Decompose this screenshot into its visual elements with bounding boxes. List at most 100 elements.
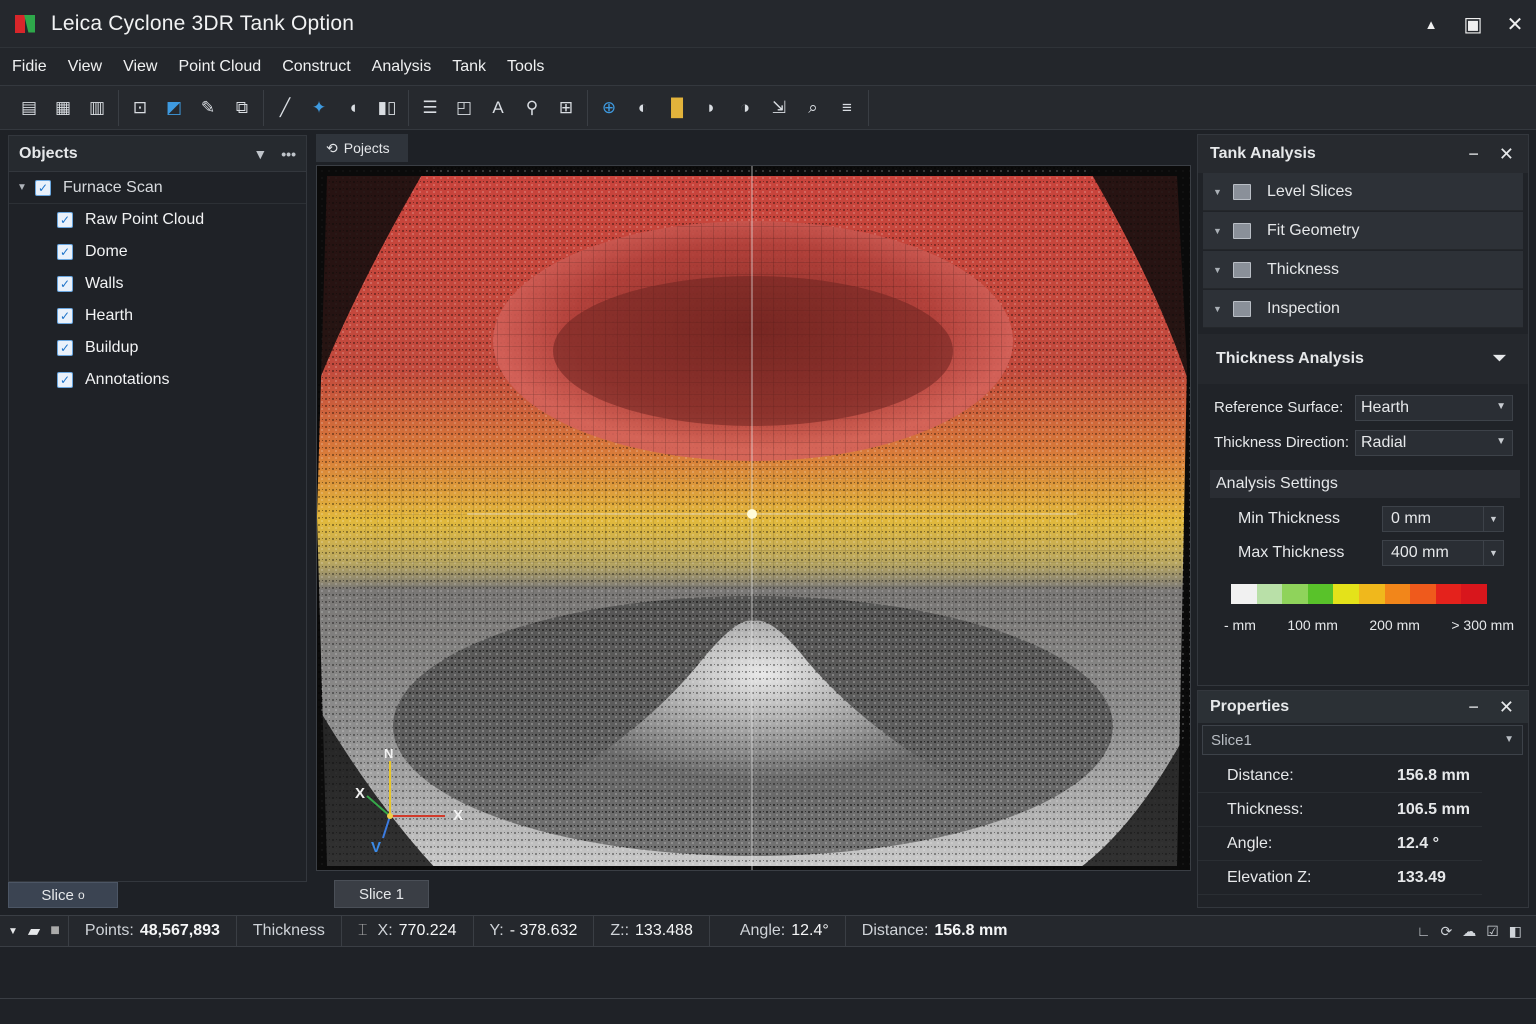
max-thickness-input[interactable]: 400 mm	[1382, 540, 1484, 566]
menu-view[interactable]: View	[56, 58, 111, 76]
toolbar-group-construct: ╱ ✦ ◖ ▮▯	[264, 89, 409, 126]
text-tool-icon[interactable]: A	[481, 92, 515, 124]
min-thickness-spinner-icon[interactable]: ▼	[1484, 506, 1504, 532]
cloud-icon[interactable]: ☁	[1462, 923, 1476, 940]
new-document-icon[interactable]: ▤	[12, 92, 46, 124]
expand-arrow-icon[interactable]: ▼	[1213, 226, 1233, 236]
slice-tab-left[interactable]: Slice o	[8, 882, 118, 908]
status-dropdown-icon[interactable]: ▼	[8, 926, 18, 937]
tree-item-raw-point-cloud[interactable]: ✓ Raw Point Cloud	[9, 204, 306, 236]
checkbox-icon[interactable]: ✓	[57, 212, 73, 228]
close-panel-icon[interactable]: ✕	[1499, 697, 1514, 718]
reference-surface-label: Reference Surface:	[1214, 399, 1344, 416]
main-toolbar: ▤ ▦ ▥ ⊡ ◩ ✎ ⧉ ╱ ✦ ◖ ▮▯ ☰ ◰ A ⚲ ⊞ ⊕ ◐ ▐▌ …	[0, 86, 1536, 130]
tool-fit-geometry[interactable]: ▼ Fit Geometry	[1203, 212, 1523, 250]
point-tool-icon[interactable]: ✦	[302, 92, 336, 124]
property-value: 12.4 °	[1397, 834, 1439, 852]
property-value: 156.8 mm	[1397, 766, 1470, 784]
list-icon[interactable]: ≡	[830, 92, 864, 124]
layout-icon[interactable]: ◧	[1509, 923, 1522, 940]
grid-tool-icon[interactable]: ⊞	[549, 92, 583, 124]
filter-icon[interactable]: ⏷	[1493, 350, 1506, 368]
columns-tool-icon[interactable]: ▮▯	[370, 92, 404, 124]
export-icon[interactable]: ⇲	[762, 92, 796, 124]
menu-construct[interactable]: Construct	[270, 58, 359, 76]
tree-item-hearth[interactable]: ✓ Hearth	[9, 300, 306, 332]
speaker-tool-icon[interactable]: ◖	[336, 92, 370, 124]
section-icon[interactable]: ◗	[694, 92, 728, 124]
point-cloud-viewport[interactable]: N X X V	[316, 165, 1191, 871]
transform-icon[interactable]: ◰	[447, 92, 481, 124]
menu-view-2[interactable]: View	[111, 58, 166, 76]
point-cloud-canvas[interactable]: N X X V	[317, 166, 1190, 870]
checkbox-icon[interactable]: ✓	[57, 372, 73, 388]
close-button[interactable]: ✕	[1494, 0, 1536, 48]
status-square-icon[interactable]: ■	[50, 922, 60, 940]
projects-tab[interactable]: ⟲ Pojects	[316, 134, 408, 162]
color-scale-swatch	[1231, 584, 1257, 604]
crosshair-center[interactable]	[747, 509, 757, 519]
checkbox-icon[interactable]: ✓	[35, 179, 51, 196]
clip-icon[interactable]: ◑	[728, 92, 762, 124]
menu-tools[interactable]: Tools	[495, 58, 553, 76]
color-bars-icon[interactable]: ▐▌	[660, 92, 694, 124]
dropdown-icon[interactable]: ▼	[253, 146, 267, 162]
edit-pencil-icon[interactable]: ✎	[191, 92, 225, 124]
checkbox-icon[interactable]: ✓	[57, 340, 73, 356]
max-thickness-spinner-icon[interactable]: ▼	[1484, 540, 1504, 566]
color-scale-swatch	[1461, 584, 1487, 604]
expand-arrow-icon[interactable]: ▼	[1213, 187, 1233, 197]
maximize-button[interactable]: ▣	[1452, 0, 1494, 48]
menu-tank[interactable]: Tank	[440, 58, 495, 76]
menu-file[interactable]: Fidie	[0, 58, 56, 76]
minimize-panel-icon[interactable]: −	[1468, 697, 1479, 718]
line-tool-icon[interactable]: ╱	[268, 92, 302, 124]
thickness-analysis-header: Thickness Analysis ⏷	[1198, 334, 1528, 384]
tool-inspection[interactable]: ▼ Inspection	[1203, 290, 1523, 328]
tree-item-dome[interactable]: ✓ Dome	[9, 236, 306, 268]
checkbox-icon[interactable]: ✓	[57, 276, 73, 292]
checkbox-icon[interactable]: ✓	[57, 244, 73, 260]
expand-arrow-icon[interactable]: ▼	[17, 182, 35, 193]
orbit-icon[interactable]: ⟳	[1440, 923, 1452, 940]
import-icon[interactable]: ⊡	[123, 92, 157, 124]
pin-tool-icon[interactable]: ⚲	[515, 92, 549, 124]
minimize-button[interactable]: ▲	[1410, 0, 1452, 48]
minimize-panel-icon[interactable]: −	[1468, 144, 1479, 165]
menu-point-cloud[interactable]: Point Cloud	[166, 58, 270, 76]
color-scale-swatch	[1333, 584, 1359, 604]
more-options-icon[interactable]: •••	[281, 146, 296, 162]
tree-item-walls[interactable]: ✓ Walls	[9, 268, 306, 300]
tool-thickness[interactable]: ▼ Thickness	[1203, 251, 1523, 289]
thickness-direction-select[interactable]: Radial ▼	[1355, 429, 1513, 456]
min-thickness-row: Min Thickness 0 mm ▼	[1198, 502, 1528, 536]
tree-item-label: Walls	[85, 275, 124, 292]
chevron-down-icon: ▼	[1496, 400, 1506, 412]
properties-object-select[interactable]: Slice1 ▼	[1202, 725, 1523, 755]
slice-tab-label: Slice	[41, 886, 74, 904]
slice-1-tab[interactable]: Slice 1	[334, 880, 429, 908]
globe-icon[interactable]: ⊕	[592, 92, 626, 124]
align-icon[interactable]: ☰	[413, 92, 447, 124]
zoom-icon[interactable]: ⌕	[796, 92, 830, 124]
tree-item-buildup[interactable]: ✓ Buildup	[9, 332, 306, 364]
tree-item-annotations[interactable]: ✓ Annotations	[9, 364, 306, 396]
save-document-icon[interactable]: ▥	[80, 92, 114, 124]
expand-arrow-icon[interactable]: ▼	[1213, 265, 1233, 275]
status-comment-icon[interactable]: ▰	[28, 921, 40, 941]
expand-arrow-icon[interactable]: ▼	[1213, 304, 1233, 314]
shading-icon[interactable]: ◐	[626, 92, 660, 124]
tool-level-slices[interactable]: ▼ Level Slices	[1203, 173, 1523, 211]
close-panel-icon[interactable]: ✕	[1499, 144, 1514, 165]
open-document-icon[interactable]: ▦	[46, 92, 80, 124]
check-icon[interactable]: ☑	[1486, 923, 1499, 940]
copy-icon[interactable]: ⧉	[225, 92, 259, 124]
min-thickness-input[interactable]: 0 mm	[1382, 506, 1484, 532]
snap-icon[interactable]: ∟	[1417, 923, 1431, 940]
menu-analysis[interactable]: Analysis	[360, 58, 441, 76]
property-label: Thickness:	[1227, 800, 1304, 818]
reference-surface-select[interactable]: Hearth ▼	[1355, 394, 1513, 421]
image-icon[interactable]: ◩	[157, 92, 191, 124]
checkbox-icon[interactable]: ✓	[57, 308, 73, 324]
tree-root-furnace-scan[interactable]: ▼ ✓ Furnace Scan	[9, 172, 306, 204]
